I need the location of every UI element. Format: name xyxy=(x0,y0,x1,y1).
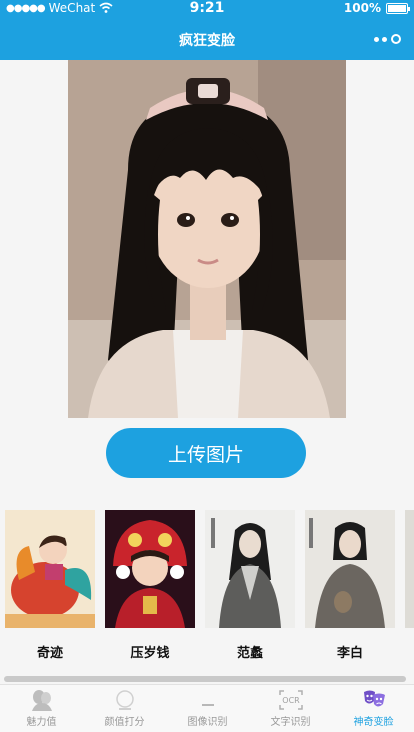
tab-label: 图像识别 xyxy=(187,717,228,728)
fan-li-portrait-illustration xyxy=(205,510,295,628)
more-dot-icon xyxy=(374,36,379,42)
template-label: 范蠡 xyxy=(236,646,263,661)
uploaded-photo xyxy=(68,60,346,418)
template-card-partial[interactable] xyxy=(405,510,414,628)
template-label: 奇迹 xyxy=(36,646,63,661)
portrait-image xyxy=(68,60,346,418)
template-card-miracle[interactable]: 奇迹 xyxy=(5,510,95,661)
template-card-fan-li[interactable]: 范蠡 xyxy=(205,510,295,661)
tab-score[interactable]: 颜值打分 xyxy=(83,685,166,732)
template-label: 李白 xyxy=(336,646,363,661)
more-options-button[interactable] xyxy=(374,30,404,48)
rooster-girl-illustration xyxy=(5,510,95,628)
tab-charm[interactable]: 魅力值 xyxy=(0,685,83,732)
template-strip[interactable]: 奇迹 压岁钱 范蠡 李白 xyxy=(0,502,414,680)
status-bar: ●●●●● WeChat 9:21 100% xyxy=(0,0,414,16)
li-bai-portrait-illustration xyxy=(305,510,395,628)
template-thumbnail xyxy=(5,510,95,628)
template-thumbnail xyxy=(205,510,295,628)
tab-label: 颜值打分 xyxy=(104,717,145,728)
close-ring-icon xyxy=(391,34,401,44)
upload-image-button[interactable]: 上传图片 xyxy=(106,428,306,478)
lion-hat-girl-illustration xyxy=(105,510,195,628)
template-thumbnail xyxy=(105,510,195,628)
template-strip-scrollbar[interactable] xyxy=(4,676,406,682)
template-card-li-bai[interactable]: 李白 xyxy=(305,510,395,661)
theater-masks-icon xyxy=(363,690,385,707)
tab-text-recognition[interactable]: OCR 文字识别 xyxy=(249,685,332,732)
score-face-icon xyxy=(115,690,134,710)
face-silhouette-icon xyxy=(31,690,52,711)
tab-bar: 魅力值 颜值打分 图像识别 OCR 文字识别 神奇变脸 xyxy=(0,684,414,732)
ocr-icon: OCR xyxy=(278,690,303,710)
tab-label: 魅力值 xyxy=(26,717,57,728)
more-dot-icon xyxy=(382,36,387,42)
tab-label: 神奇变脸 xyxy=(353,717,394,728)
battery-percent: 100% xyxy=(343,1,381,15)
tab-image-recognition[interactable]: 图像识别 xyxy=(166,685,249,732)
template-thumbnail xyxy=(305,510,395,628)
page-title: 疯狂变脸 xyxy=(179,33,235,49)
template-thumbnail xyxy=(405,510,414,628)
tab-face-swap[interactable]: 神奇变脸 xyxy=(332,685,414,732)
tab-label: 文字识别 xyxy=(270,717,311,728)
battery-icon xyxy=(386,2,410,14)
template-card-lucky-money[interactable]: 压岁钱 xyxy=(105,510,195,661)
partial-thumbnail-illustration xyxy=(405,510,414,628)
template-label: 压岁钱 xyxy=(130,646,170,661)
image-recognition-icon xyxy=(201,704,214,706)
svg-text:OCR: OCR xyxy=(282,696,300,705)
status-right: 100% xyxy=(343,1,410,15)
header: ●●●●● WeChat 9:21 100% 疯狂变脸 xyxy=(0,0,414,60)
